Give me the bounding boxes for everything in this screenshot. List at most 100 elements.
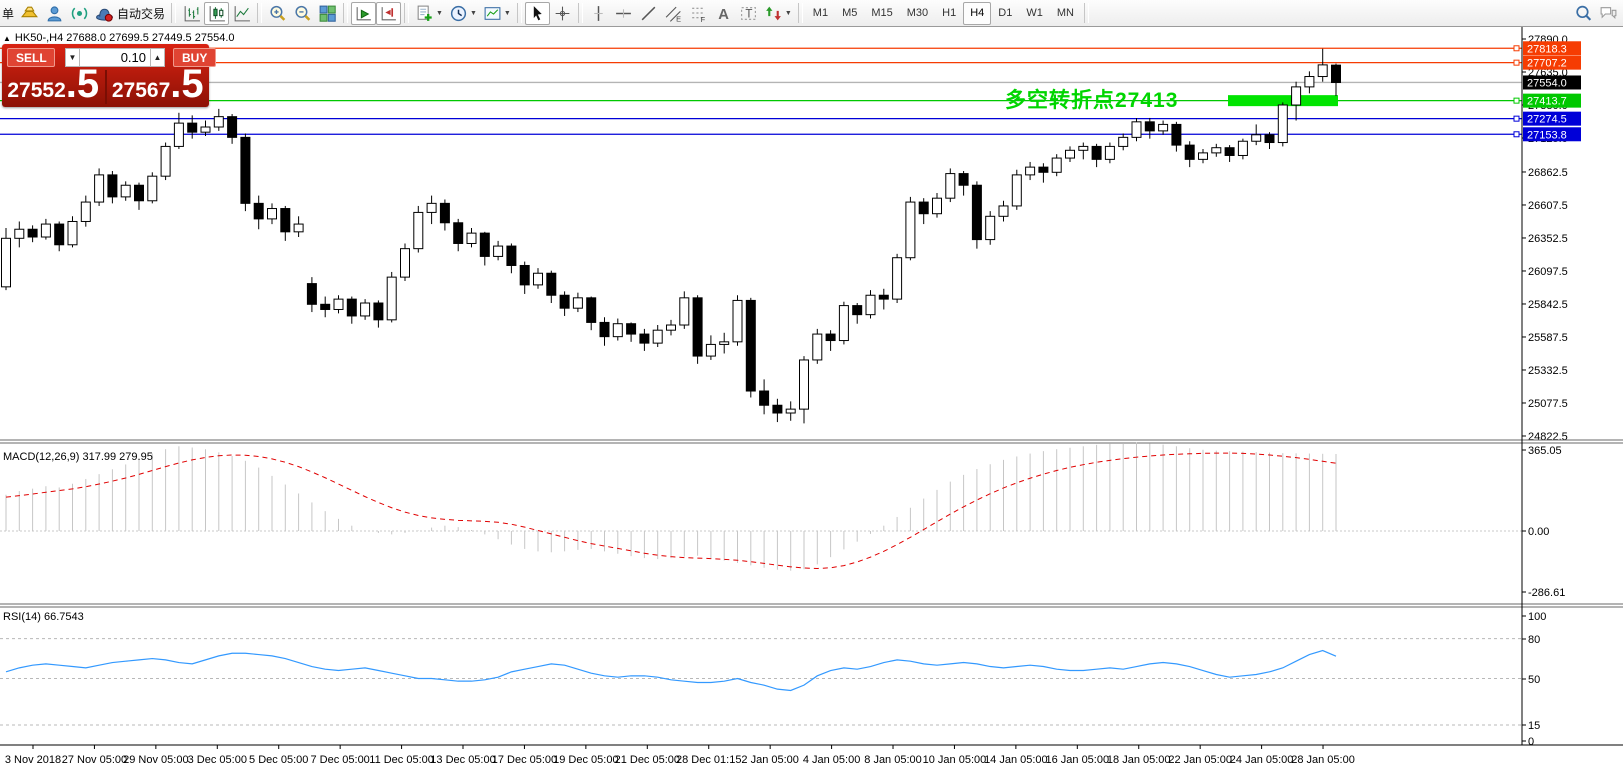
dropdown-caret-icon[interactable]: ▼	[436, 10, 443, 17]
line-chart-button[interactable]	[229, 2, 254, 25]
candle-17	[228, 117, 237, 138]
candle-52	[693, 298, 702, 356]
candle-45	[600, 322, 609, 336]
autotrading-button[interactable]: 自动交易	[92, 2, 168, 25]
buy-price[interactable]: 27567.5	[107, 68, 210, 106]
candle-76	[1012, 175, 1021, 206]
timeframe-m1-button[interactable]: M1	[806, 2, 835, 25]
periods-button[interactable]: ▼	[446, 2, 480, 25]
time-tick-label: 7 Dec 05:00	[310, 754, 369, 766]
signals-button[interactable]	[67, 2, 92, 25]
timeframe-m5-button[interactable]: M5	[835, 2, 864, 25]
sell-button[interactable]: SELL	[7, 48, 55, 67]
candle-66	[879, 295, 888, 299]
search-button[interactable]	[1571, 2, 1596, 25]
chart-shift-button[interactable]	[376, 2, 401, 25]
svg-text:T: T	[745, 7, 752, 20]
cursor-button[interactable]	[525, 2, 550, 25]
time-tick-label: 11 Dec 05:00	[369, 754, 434, 766]
timeframe-m15-button[interactable]: M15	[864, 2, 899, 25]
candle-86	[1145, 122, 1154, 131]
crosshair-button[interactable]	[550, 2, 575, 25]
rsi-axis-label: 50	[1528, 674, 1540, 686]
vertical-line-button[interactable]	[586, 2, 611, 25]
timeframe-h1-button[interactable]: H1	[935, 2, 963, 25]
orders-menu-partial[interactable]: 单	[2, 5, 14, 22]
zoom-out-icon	[293, 4, 312, 23]
timeframe-d1-button[interactable]: D1	[991, 2, 1019, 25]
time-tick-label: 24 Jan 05:00	[1230, 754, 1294, 766]
candle-44	[587, 298, 596, 323]
candle-21	[281, 209, 290, 232]
line-end-marker[interactable]	[1514, 46, 1519, 51]
candle-69	[919, 202, 928, 214]
templates-button[interactable]: ▼	[480, 2, 514, 25]
collapse-triangle-icon[interactable]: ▲	[3, 34, 11, 43]
auto-scroll-button[interactable]	[351, 2, 376, 25]
tile-windows-button[interactable]	[315, 2, 340, 25]
rsi-axis-label: 80	[1528, 634, 1540, 646]
tile-windows-icon	[318, 4, 337, 23]
chat-button[interactable]	[1596, 2, 1621, 25]
candle-79	[1052, 158, 1061, 172]
tline-icon	[639, 4, 658, 23]
deposit-button[interactable]	[17, 2, 42, 25]
zoom-in-button[interactable]	[265, 2, 290, 25]
timeframe-m30-button[interactable]: M30	[900, 2, 935, 25]
bar-chart-button[interactable]	[179, 2, 204, 25]
candle-50	[667, 325, 676, 330]
line-end-marker[interactable]	[1514, 98, 1519, 103]
arrows-button[interactable]: ▼	[761, 2, 795, 25]
candle-61	[813, 334, 822, 360]
horizontal-line-button[interactable]	[611, 2, 636, 25]
price-tick-label: 25332.5	[1528, 365, 1568, 377]
trendline-button[interactable]	[636, 2, 661, 25]
fibo-icon: F	[689, 4, 708, 23]
candle-41	[547, 273, 556, 295]
line-end-marker[interactable]	[1514, 132, 1519, 137]
zoom-out-button[interactable]	[290, 2, 315, 25]
price-badge-label: 27413.7	[1527, 96, 1567, 108]
chart-canvas[interactable]: 27890.027635.027380.027125.026862.526607…	[0, 27, 1623, 774]
dropdown-caret-icon[interactable]: ▼	[470, 10, 477, 17]
candle-90	[1199, 153, 1208, 159]
candle-73	[972, 185, 981, 239]
autotrade-hat-icon	[95, 4, 114, 23]
candle-46	[613, 324, 622, 337]
candle-72	[959, 174, 968, 186]
pivot-annotation-text[interactable]: 多空转折点27413	[1005, 84, 1178, 114]
price-tick-label: 26607.5	[1528, 200, 1568, 212]
timeframe-w1-button[interactable]: W1	[1019, 2, 1050, 25]
text-label-button[interactable]: T	[736, 2, 761, 25]
timeframe-mn-button[interactable]: MN	[1050, 2, 1081, 25]
buy-price-pips: .5	[170, 64, 203, 104]
indicators-button[interactable]: ▼	[412, 2, 446, 25]
chat-icon	[1599, 4, 1618, 23]
add-indicator-icon	[415, 4, 434, 23]
volume-increase-button[interactable]: ▲	[150, 48, 165, 67]
equidistant-channel-button[interactable]: E	[661, 2, 686, 25]
candle-27	[361, 303, 370, 316]
crosshair-icon	[553, 4, 572, 23]
macd-histogram	[6, 443, 1336, 571]
candle-33	[440, 203, 449, 222]
toolbar-separator	[404, 3, 409, 23]
line-end-marker[interactable]	[1514, 116, 1519, 121]
time-tick-label: 14 Jan 05:00	[984, 754, 1048, 766]
candle-75	[999, 206, 1008, 216]
dropdown-caret-icon[interactable]: ▼	[504, 10, 511, 17]
candlestick-chart-button[interactable]	[204, 2, 229, 25]
candle-34	[454, 223, 463, 244]
candle-100	[1332, 65, 1341, 82]
timeframe-h4-button[interactable]: H4	[963, 2, 991, 25]
macd-axis-label: -286.61	[1528, 587, 1565, 599]
line-end-marker[interactable]	[1514, 60, 1519, 65]
accounts-button[interactable]	[42, 2, 67, 25]
dropdown-caret-icon[interactable]: ▼	[785, 10, 792, 17]
candle-78	[1039, 167, 1048, 172]
fibonacci-button[interactable]: F	[686, 2, 711, 25]
candle-99	[1318, 65, 1327, 77]
candle-62	[826, 334, 835, 340]
sell-price[interactable]: 27552.5	[2, 68, 105, 106]
text-button[interactable]: A	[711, 2, 736, 25]
